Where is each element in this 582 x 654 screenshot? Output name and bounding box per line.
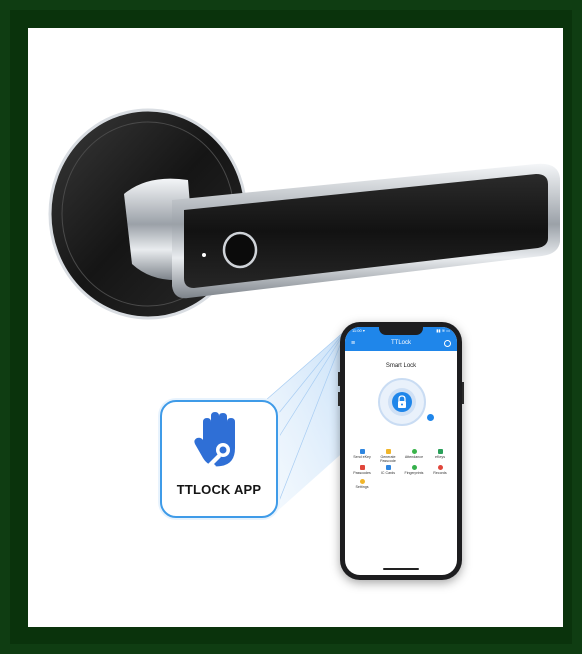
menu-send-ekey[interactable]: Send eKey (349, 449, 375, 459)
settings-icon (359, 479, 365, 484)
ttlock-app-badge: TTLOCK APP (160, 400, 278, 518)
smartphone: 11:00 ▾ ▮▮ ≋ ▭ ≡ TTLock Smart Lock Send … (338, 322, 464, 580)
fingerprint-icon (411, 465, 417, 470)
app-title: TTLock (390, 340, 411, 346)
records-icon (437, 465, 443, 470)
door-handle-illustration (48, 108, 560, 515)
send-ekey-icon (359, 449, 365, 454)
home-indicator (383, 568, 419, 570)
menu-settings[interactable]: Settings (349, 479, 375, 489)
hand-key-icon (194, 412, 235, 468)
menu-records[interactable]: Records (427, 465, 453, 475)
ic-card-icon (385, 465, 391, 470)
unlock-dial (378, 378, 426, 426)
menu-generate-passcode[interactable]: Generate Passcode (375, 449, 401, 463)
menu-passcodes[interactable]: Passcodes (349, 465, 375, 475)
product-image: TTLOCK APP 11:00 ▾ ▮▮ ≋ ▭ ≡ TTLock Smart… (28, 28, 563, 627)
phone-screen: 11:00 ▾ ▮▮ ≋ ▭ ≡ TTLock Smart Lock Send … (345, 327, 457, 575)
lock-name: Smart Lock (385, 363, 417, 369)
ekeys-icon (437, 449, 443, 454)
phone-notch (379, 327, 423, 335)
clock-icon[interactable] (444, 340, 451, 347)
unlock-button[interactable] (392, 392, 412, 412)
fingerprint-sensor (222, 231, 258, 269)
menu-ic-cards[interactable]: IC Cards (375, 465, 401, 475)
passcode-generate-icon (385, 449, 391, 454)
menu-fingerprints[interactable]: Fingerprints (401, 465, 427, 475)
sync-icon[interactable] (427, 414, 434, 421)
menu-ekeys[interactable]: eKeys (427, 449, 453, 459)
status-icons: ▮▮ ≋ ▭ (436, 328, 450, 333)
app-bar: ≡ TTLock (345, 337, 457, 351)
attendance-icon (411, 449, 417, 454)
app-name-label: TTLOCK APP (176, 482, 262, 497)
padlock-icon (398, 395, 406, 408)
status-time: 11:00 ▾ (352, 328, 365, 333)
menu-attendance[interactable]: Attendance (401, 449, 427, 459)
connection-beam (266, 330, 348, 514)
passcodes-icon (359, 465, 365, 470)
